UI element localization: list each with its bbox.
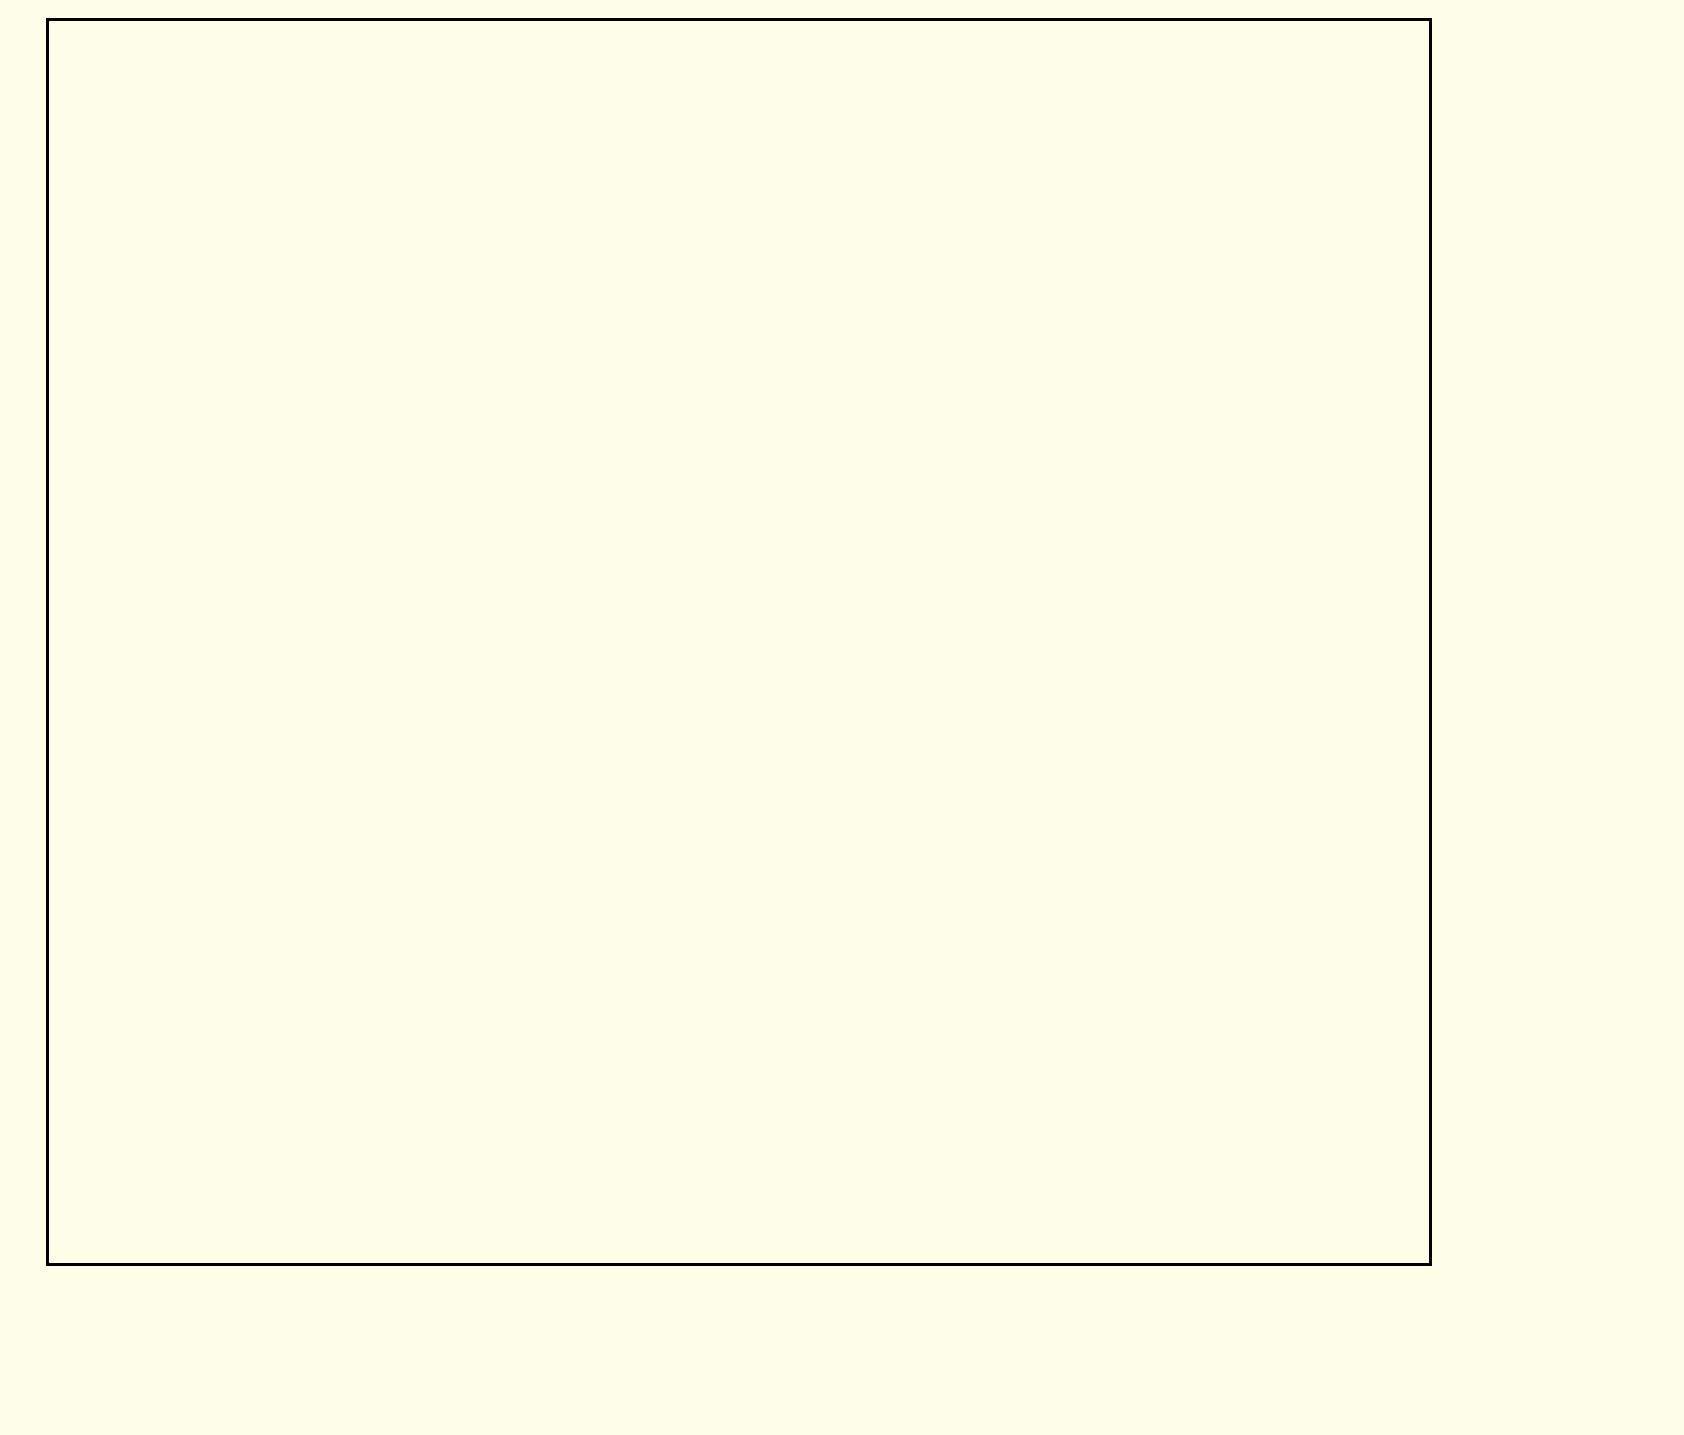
plot-area bbox=[46, 18, 1432, 1266]
race-gap-chart bbox=[46, 18, 1432, 1266]
driver-legend bbox=[1448, 22, 1680, 1244]
symbol-key bbox=[10, 1295, 610, 1347]
event-markers bbox=[49, 21, 1435, 1269]
